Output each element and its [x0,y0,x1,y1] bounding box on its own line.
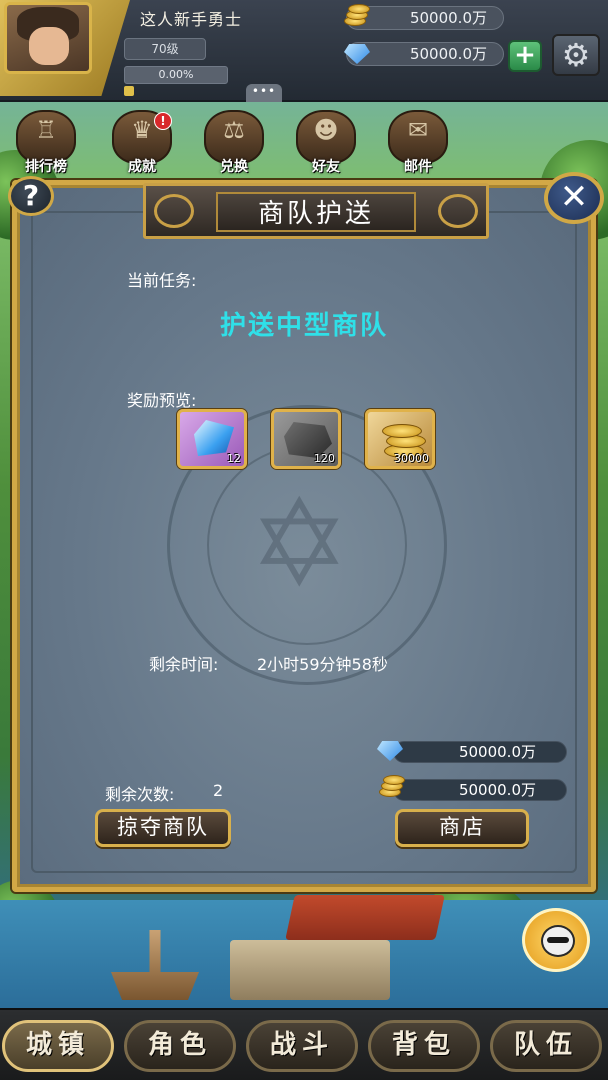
player-name: 这人新手勇士 [140,10,243,29]
assistant-glasses-icon [547,937,569,943]
ornament-right [438,194,478,228]
gold-coin-icon [342,4,372,28]
dialog-gem-balance: 50000.0万 [393,741,567,763]
background-star: ✡ [249,475,350,614]
top-bar: 这人新手勇士 70级 0.00% 50000.0万 50000.0万 + ⚙ •… [0,0,608,102]
gem-balance-value: 50000.0万 [409,45,487,63]
reward-count: 30000 [394,452,429,465]
crystal-icon [194,420,234,456]
feature-achievement[interactable]: ♛ ! 成就 [104,106,180,178]
help-button[interactable]: ? [8,176,54,216]
remaining-time-label: 剩余时间: [149,655,219,674]
gold-balance-value: 50000.0万 [409,9,487,27]
avatar[interactable] [4,2,92,74]
gold-coin-icon [377,775,407,799]
ornament-left [154,194,194,228]
assistant-avatar[interactable] [522,908,590,972]
nav-backpack[interactable]: 背包 [368,1020,480,1072]
remaining-time-value: 2小时59分钟58秒 [257,655,388,674]
dialog-gold-balance: 50000.0万 [393,779,567,801]
shop-button[interactable]: 商店 [395,809,529,847]
nav-team[interactable]: 队伍 [490,1020,602,1072]
chat-tab[interactable]: ••• [246,84,282,102]
add-currency-button[interactable]: + [508,40,542,72]
exp-bar: 0.00% [124,66,228,84]
notification-badge: ! [154,112,172,130]
current-task-label: 当前任务: [127,271,197,290]
feature-ranking[interactable]: ♖ 排行榜 [8,106,84,178]
nav-battle[interactable]: 战斗 [246,1020,358,1072]
dialog-title: 商队护送 [216,192,416,232]
caravan-escort-dialog: ✡ 商队护送 当前任务: 护送中型商队 奖励预览: 12 120 30000 剩… [12,180,596,892]
feature-label: 成就 [128,159,156,175]
avatar-face [29,27,69,65]
building [230,940,390,1000]
reward-count: 120 [314,452,335,465]
exp-indicator [124,86,134,96]
feature-label: 排行榜 [25,159,67,175]
remaining-count-value: 2 [213,781,224,800]
close-button[interactable]: ✕ [544,172,604,224]
remaining-count-label: 剩余次数: [105,785,175,804]
settings-gear-icon[interactable]: ⚙ [552,34,600,76]
bottom-navigation: 城镇 角色 战斗 背包 队伍 [0,1008,608,1080]
player-level: 70级 [124,38,206,60]
building-roof [285,895,445,940]
feature-friends[interactable]: ☻ 好友 [288,106,364,178]
reward-gem[interactable]: 12 [177,409,247,469]
reward-count: 12 [227,452,241,465]
dialog-gold-balance-value: 50000.0万 [458,781,536,799]
reward-ore[interactable]: 120 [271,409,341,469]
feature-label: 兑换 [220,159,248,175]
dialog-title-plate: 商队护送 [143,183,489,239]
reward-preview-label: 奖励预览: [127,391,197,410]
nav-character[interactable]: 角色 [124,1020,236,1072]
feature-mail[interactable]: ✉ 邮件 [380,106,456,178]
feature-label: 好友 [312,159,340,175]
plunder-caravan-button[interactable]: 掠夺商队 [95,809,231,847]
feature-exchange[interactable]: ⚖ 兑换 [196,106,272,178]
current-task-name: 护送中型商队 [219,311,388,341]
dialog-gem-balance-value: 50000.0万 [458,743,536,761]
nav-town[interactable]: 城镇 [2,1020,114,1072]
reward-gold[interactable]: 30000 [365,409,435,469]
gem-balance: 50000.0万 [346,42,504,66]
feature-label: 邮件 [404,159,432,175]
